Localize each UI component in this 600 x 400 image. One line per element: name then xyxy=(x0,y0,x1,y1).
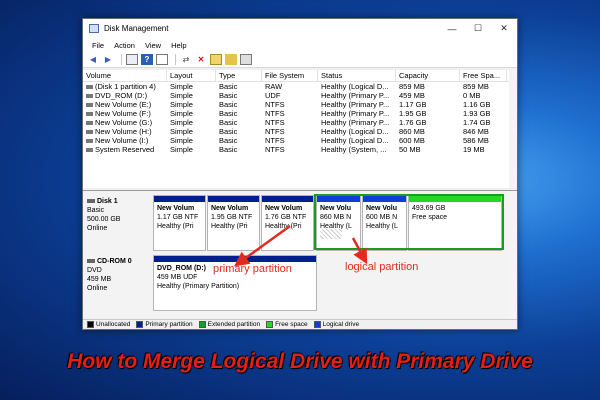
headline-banner: How to Merge Logical Drive with Primary … xyxy=(67,350,533,373)
primary-arrow xyxy=(233,224,291,267)
logical-partition-annotation: logical partition xyxy=(345,261,419,273)
annotation-arrows xyxy=(233,224,368,267)
logical-arrow xyxy=(351,237,368,265)
primary-partition-annotation: primary partition xyxy=(213,263,292,275)
